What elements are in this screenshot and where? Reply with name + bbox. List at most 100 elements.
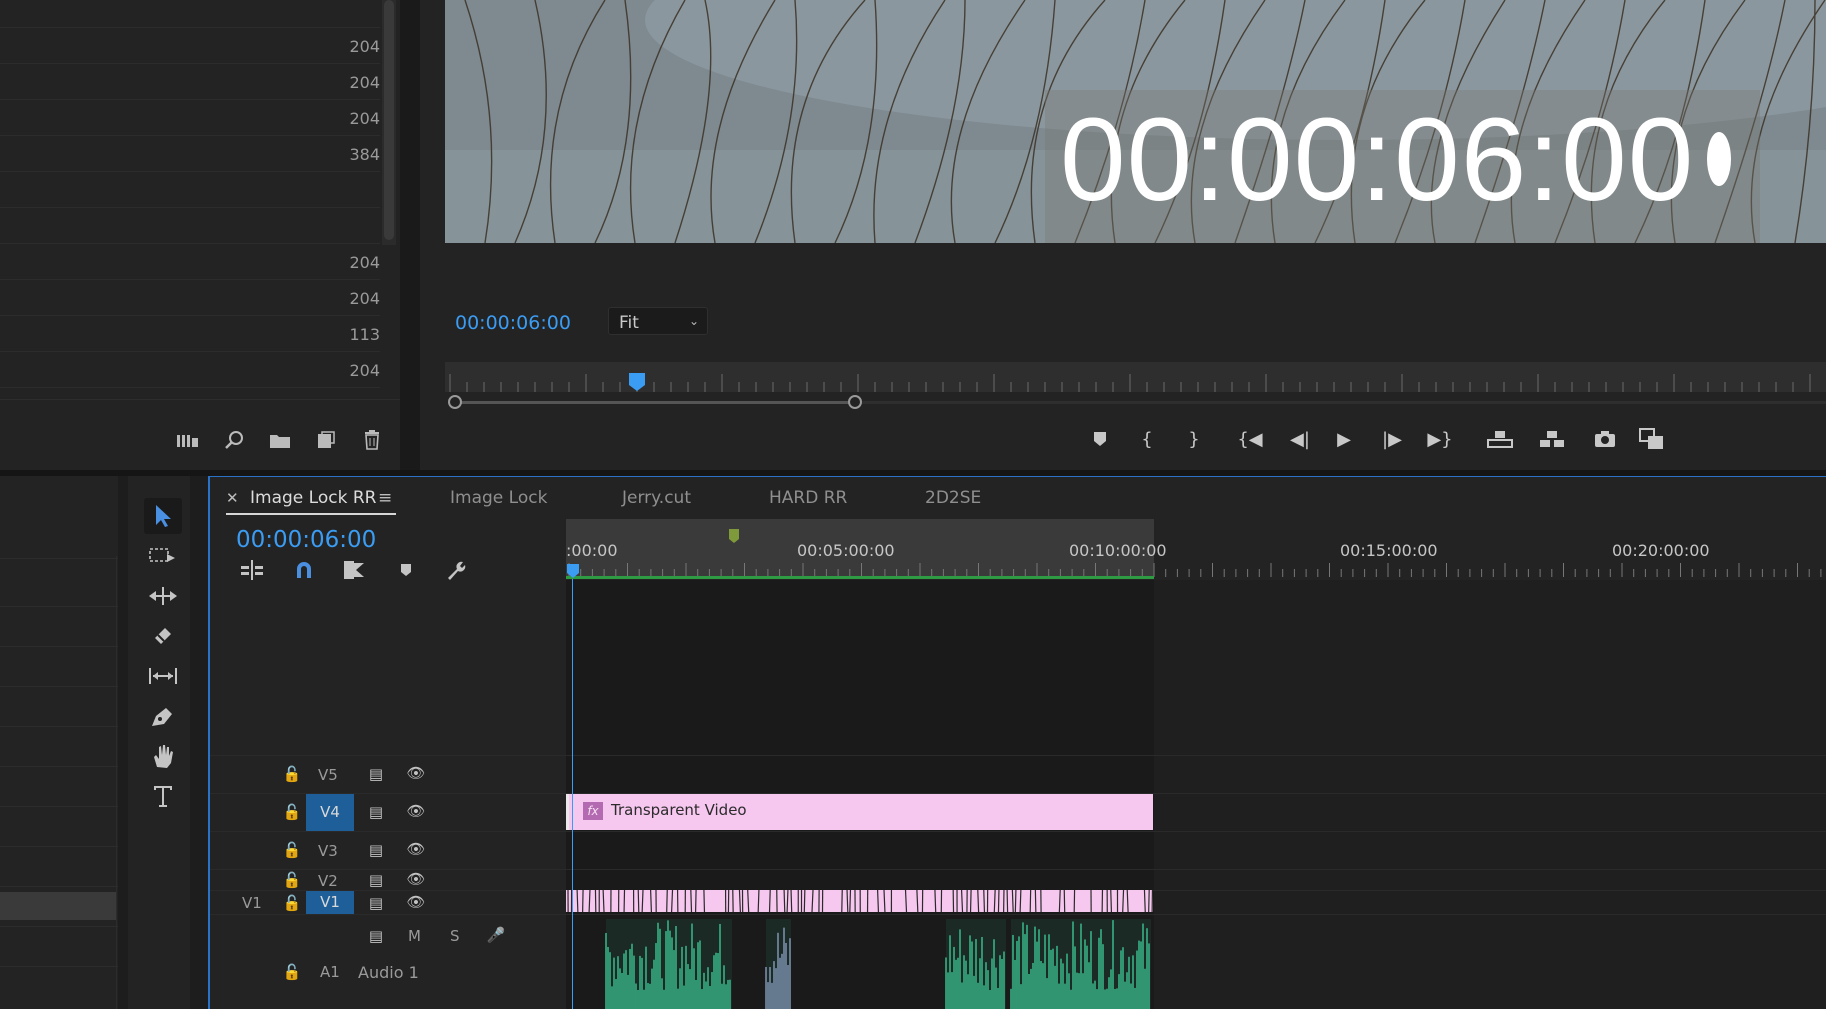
program-playhead[interactable] (628, 372, 646, 392)
step-forward-button[interactable]: |▶ (1377, 426, 1407, 452)
track-label[interactable]: V5 (318, 766, 338, 784)
tab-image-lock-rr[interactable]: Image Lock RR (250, 488, 376, 508)
snap-toggle[interactable] (290, 557, 318, 583)
mute-button[interactable]: M (408, 927, 421, 945)
lock-icon[interactable]: 🔓 (281, 871, 303, 889)
track-label[interactable]: V3 (318, 842, 338, 860)
new-bin-icon[interactable] (267, 428, 293, 452)
add-marker-button[interactable] (392, 557, 420, 583)
divider (0, 846, 118, 847)
mark-out-button[interactable]: } (1179, 426, 1209, 452)
button-editor-button[interactable] (1637, 426, 1667, 452)
eye-icon[interactable]: 👁 (405, 802, 427, 820)
list-view-icon[interactable] (175, 428, 201, 452)
zoom-scrollbar[interactable] (445, 395, 1826, 409)
go-to-in-button[interactable]: {◀ (1235, 426, 1265, 452)
project-row[interactable]: 204 (0, 280, 380, 316)
track-target[interactable]: V1 (306, 891, 354, 914)
zoom-handle-right[interactable] (848, 395, 862, 409)
linked-selection-toggle[interactable] (340, 557, 368, 583)
program-timecode[interactable]: 00:00:06:00 (455, 312, 571, 334)
tab-jerry-cut[interactable]: Jerry.cut (622, 488, 691, 508)
sequence-timecode[interactable]: 00:00:06:00 (236, 527, 376, 553)
sequence-marker[interactable] (728, 528, 740, 544)
sync-lock-icon[interactable]: ▤ (365, 803, 387, 821)
project-row[interactable]: 204 (0, 28, 380, 64)
row-value: 204 (349, 73, 380, 92)
timeline-playhead[interactable] (566, 563, 580, 579)
track-name: Audio 1 (358, 963, 419, 982)
close-icon[interactable]: ✕ (226, 489, 239, 507)
project-row[interactable] (0, 208, 380, 244)
selection-tool[interactable] (144, 498, 182, 534)
panel-menu-icon[interactable]: ≡ (378, 488, 392, 508)
play-button[interactable]: ▶ (1329, 426, 1359, 452)
export-frame-button[interactable] (1590, 426, 1620, 452)
zoom-select[interactable]: Fit ⌄ (608, 307, 708, 335)
hand-tool[interactable] (144, 738, 182, 774)
mark-in-button[interactable]: { (1132, 426, 1162, 452)
selected-item[interactable] (0, 892, 116, 920)
row-value: 204 (349, 109, 380, 128)
lift-button[interactable] (1485, 426, 1515, 452)
go-to-out-button[interactable]: ▶} (1425, 426, 1455, 452)
track-label[interactable]: A1 (320, 963, 340, 981)
tab-hard-rr[interactable]: HARD RR (769, 488, 847, 508)
add-marker-button[interactable] (1085, 426, 1115, 452)
track-target[interactable]: V4 (306, 794, 354, 831)
source-patch[interactable]: V1 (242, 894, 262, 912)
project-row[interactable] (0, 0, 380, 28)
audio-clips[interactable] (566, 919, 1153, 1009)
project-row[interactable]: 204 (0, 244, 380, 280)
ripple-edit-tool[interactable] (144, 578, 182, 614)
eye-icon[interactable]: 👁 (405, 893, 427, 911)
solo-button[interactable]: S (450, 927, 460, 945)
project-row[interactable] (0, 172, 380, 208)
lock-icon[interactable]: 🔓 (281, 963, 303, 981)
zoom-range[interactable] (455, 401, 855, 404)
clip-transparent-video[interactable]: fx Transparent Video (566, 794, 1153, 830)
track-select-tool[interactable] (144, 538, 182, 574)
slip-tool[interactable] (144, 658, 182, 694)
timeline-settings-button[interactable] (442, 557, 470, 583)
project-row[interactable]: 113 (0, 316, 380, 352)
razor-icon (155, 628, 171, 644)
clip-v1-edits[interactable] (566, 890, 1153, 912)
track-label[interactable]: V2 (318, 872, 338, 890)
microphone-icon[interactable]: 🎤 (485, 926, 507, 944)
lock-icon[interactable]: 🔓 (281, 841, 303, 859)
extract-icon (1540, 431, 1564, 447)
sync-lock-icon[interactable]: ▤ (365, 894, 387, 912)
new-item-icon[interactable] (313, 428, 339, 452)
tab-image-lock[interactable]: Image Lock (450, 488, 547, 508)
tab-2d2se[interactable]: 2D2SE (925, 488, 981, 508)
eye-icon[interactable]: 👁 (405, 870, 427, 888)
razor-tool[interactable] (144, 618, 182, 654)
panel-divider[interactable] (400, 0, 420, 470)
eye-icon[interactable]: 👁 (405, 840, 427, 858)
project-row[interactable]: 204 (0, 352, 380, 388)
zoom-handle-left[interactable] (448, 395, 462, 409)
project-scrollbar-thumb[interactable] (384, 0, 394, 240)
search-icon[interactable] (221, 428, 247, 452)
sync-lock-icon[interactable]: ▤ (365, 765, 387, 783)
clip-name: Transparent Video (611, 801, 747, 819)
lock-icon[interactable]: 🔓 (281, 803, 303, 821)
sync-lock-icon[interactable]: ▤ (365, 841, 387, 859)
step-back-button[interactable]: ◀| (1285, 426, 1315, 452)
project-row[interactable]: 384 (0, 136, 380, 172)
lock-icon[interactable]: 🔓 (281, 894, 303, 912)
type-tool[interactable] (144, 778, 182, 814)
project-row[interactable]: 204 (0, 64, 380, 100)
pen-tool[interactable] (144, 698, 182, 734)
lock-icon[interactable]: 🔓 (281, 765, 303, 783)
eye-icon[interactable]: 👁 (405, 764, 427, 782)
sync-lock-icon[interactable]: ▤ (365, 927, 387, 945)
extract-button[interactable] (1537, 426, 1567, 452)
program-time-ruler[interactable] (445, 362, 1826, 392)
timeline-panel: ✕ Image Lock RR ≡ Image Lock Jerry.cut H… (208, 476, 1826, 1009)
project-row[interactable]: 204 (0, 100, 380, 136)
trash-icon[interactable] (359, 428, 385, 452)
nest-toggle[interactable] (238, 557, 266, 583)
sync-lock-icon[interactable]: ▤ (365, 871, 387, 889)
